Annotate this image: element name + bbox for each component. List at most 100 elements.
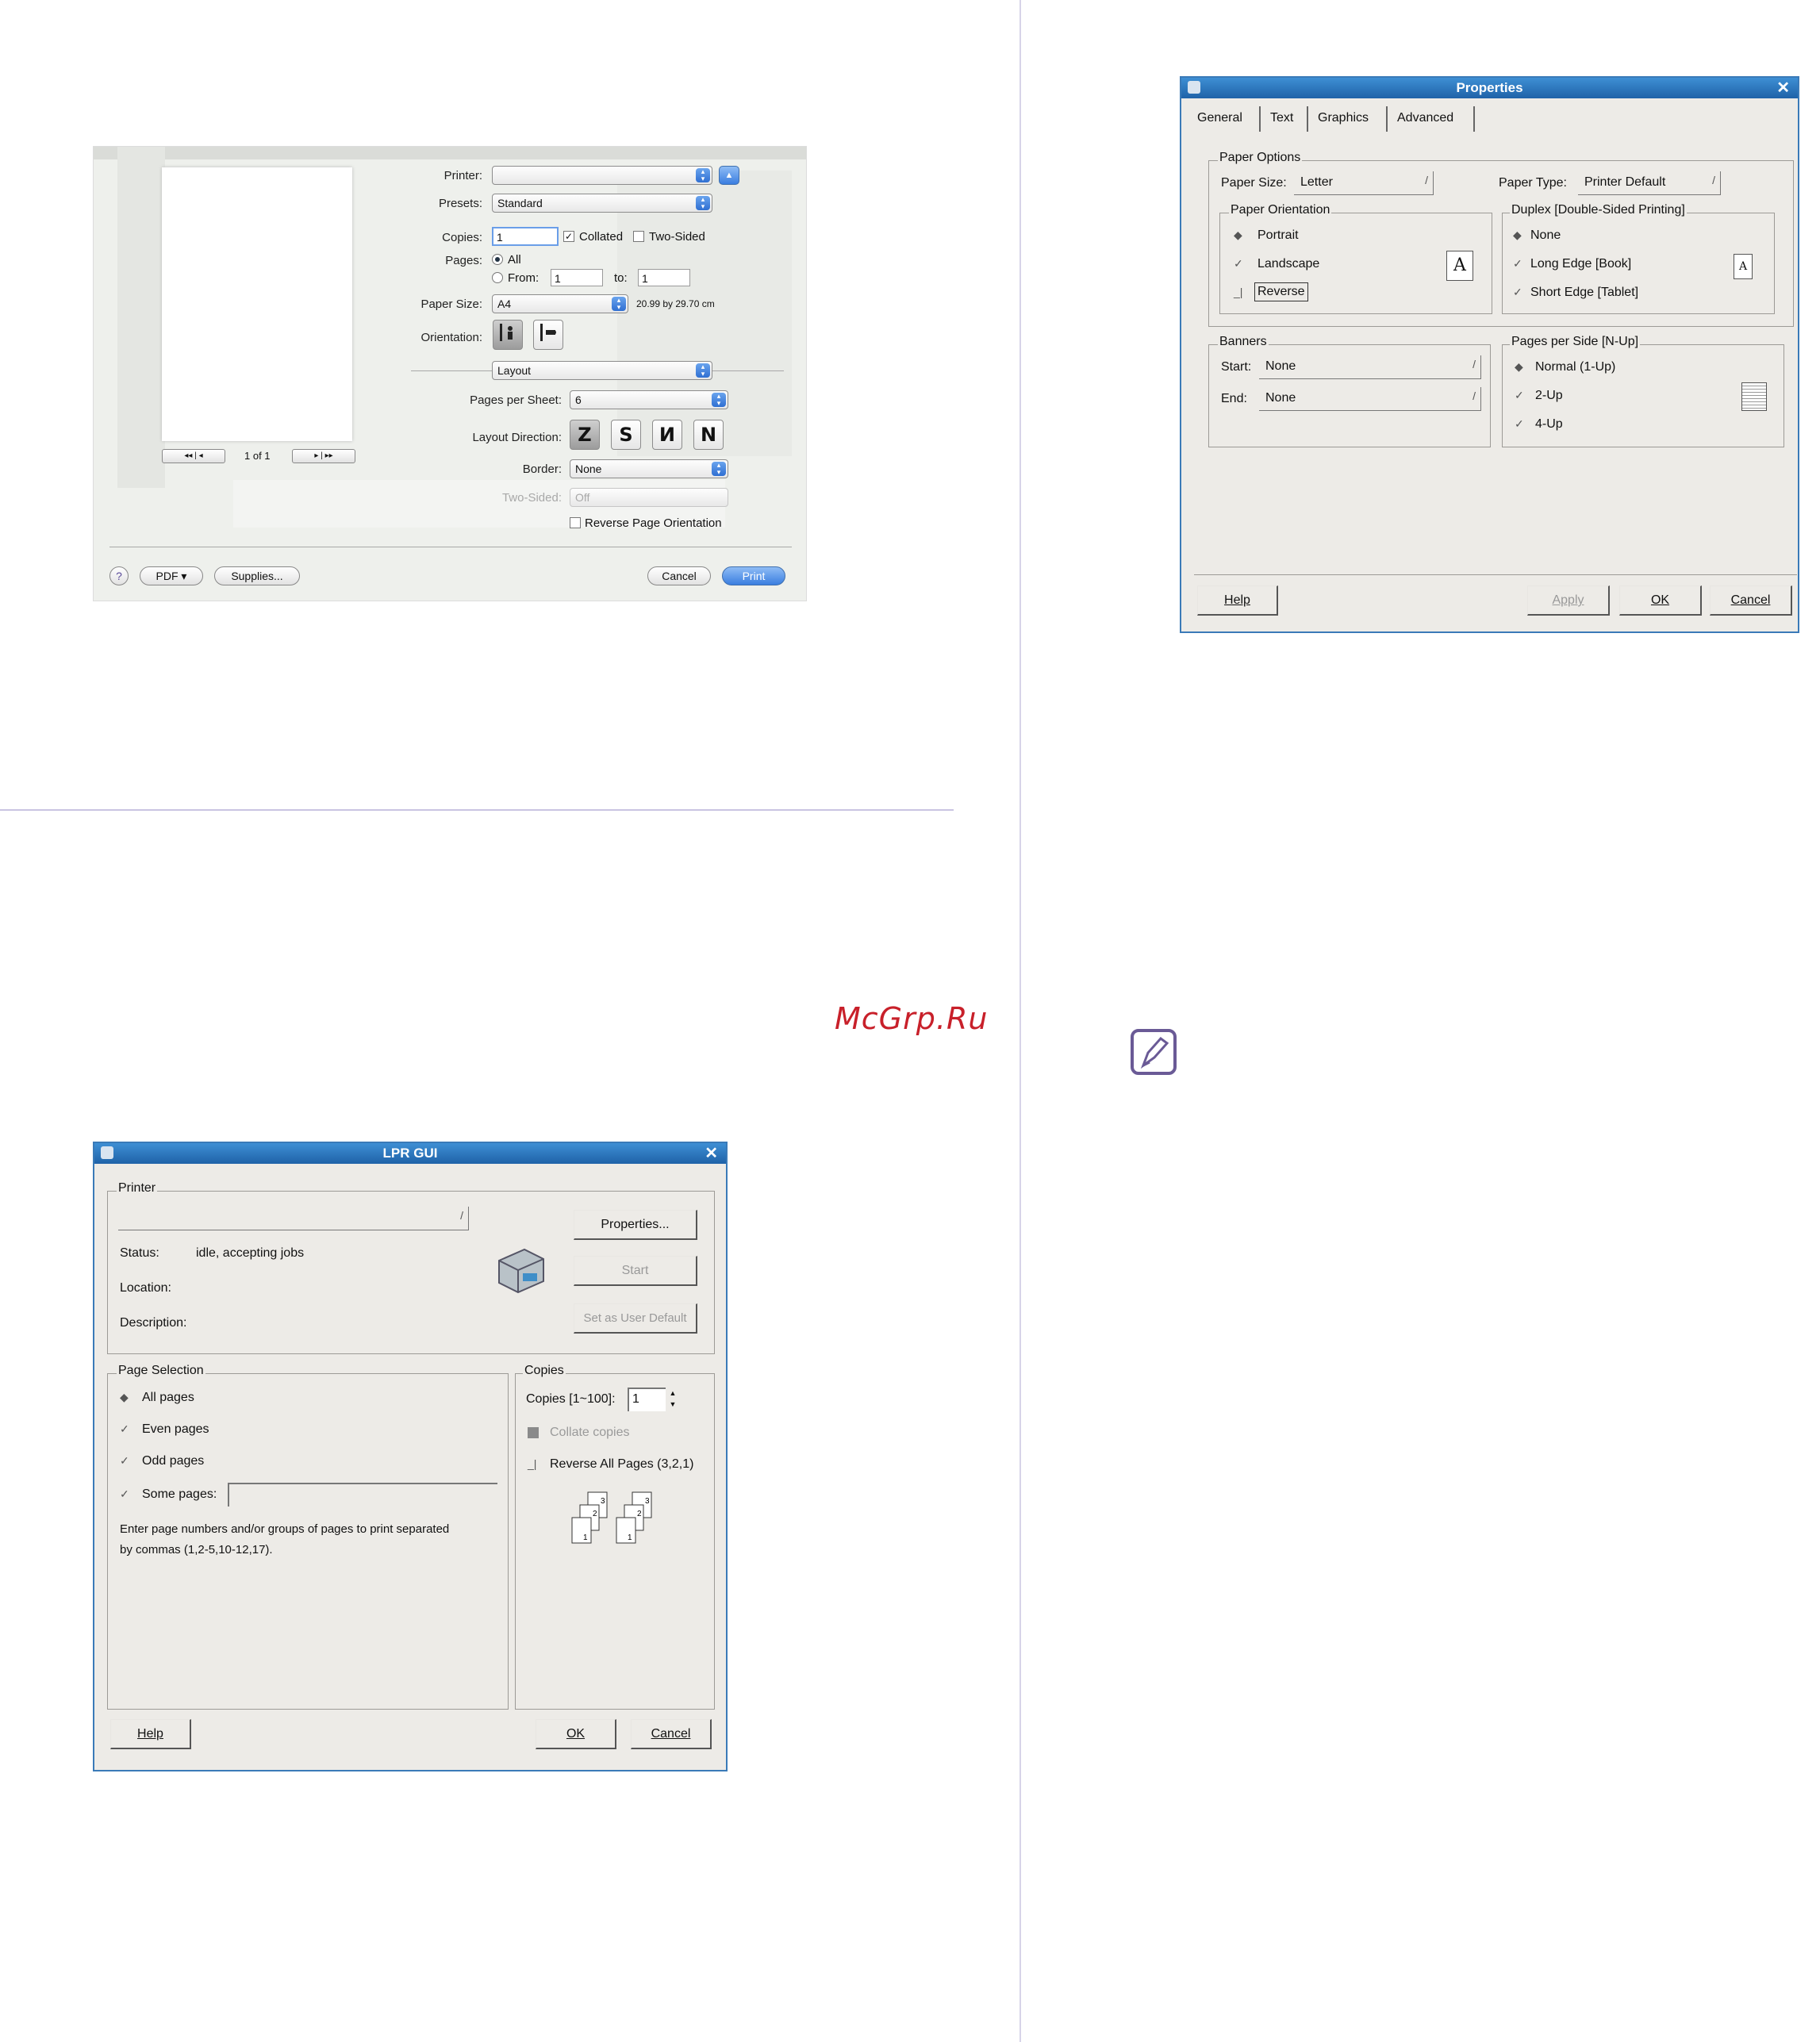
preview-next-buttons[interactable]: ▸ | ▸▸	[292, 449, 355, 463]
pages-per-sheet-label: Pages per Sheet:	[470, 393, 562, 407]
border-value: None	[575, 463, 602, 475]
paper-type-label: Paper Type:	[1499, 176, 1567, 190]
select-arrows-icon: ▴ ▾	[712, 393, 726, 407]
section-divider	[0, 809, 954, 811]
two-sided-select[interactable]: Off	[570, 488, 728, 507]
printer-expand-button[interactable]: ▲	[719, 166, 739, 185]
svg-text:2: 2	[593, 1510, 597, 1518]
duplex-none-radio[interactable]: ◆	[1513, 228, 1522, 242]
two-sided-checkbox[interactable]	[633, 231, 644, 242]
supplies-button[interactable]: Supplies...	[214, 566, 300, 585]
copies-value: 1	[632, 1392, 639, 1406]
ok-button[interactable]: OK	[1619, 585, 1702, 616]
apply-button[interactable]: Apply	[1527, 585, 1610, 616]
cancel-button[interactable]: Cancel	[631, 1719, 712, 1749]
landscape-orientation-icon[interactable]	[533, 320, 563, 350]
apply-label: Apply	[1552, 593, 1584, 607]
printer-select[interactable]: ▴ ▾	[492, 166, 712, 185]
set-default-button[interactable]: Set as User Default	[574, 1303, 697, 1334]
some-pages-input[interactable]	[228, 1483, 497, 1507]
orientation-title: Paper Orientation	[1229, 203, 1332, 217]
spin-arrows-icon[interactable]: ▲ ▼	[667, 1388, 678, 1411]
app-icon	[101, 1146, 113, 1159]
landscape-radio[interactable]: ✓	[1234, 257, 1243, 271]
cancel-button[interactable]: Cancel	[647, 566, 711, 585]
paper-options-title: Paper Options	[1218, 151, 1303, 165]
all-pages-radio[interactable]: ◆	[120, 1391, 129, 1404]
properties-title: Properties	[1456, 80, 1523, 95]
tab-text[interactable]: Text	[1262, 106, 1308, 132]
collated-label: Collated	[579, 230, 624, 244]
layout-z-icon[interactable]: Z	[570, 420, 600, 450]
description-label: Description:	[120, 1316, 187, 1330]
preview-prev-buttons[interactable]: ◂◂ | ◂	[162, 449, 225, 463]
reverse-label: Reverse	[1254, 282, 1308, 301]
layout-reverse-n-icon[interactable]: N	[652, 420, 682, 450]
end-combo[interactable]: None	[1259, 387, 1481, 411]
reverse-checkbox[interactable]: _|	[1234, 286, 1242, 298]
duplex-long-radio[interactable]: ✓	[1513, 257, 1522, 271]
reverse-pages-label: Reverse All Pages (3,2,1)	[550, 1457, 694, 1471]
paper-size-combo[interactable]: Letter	[1294, 171, 1434, 195]
properties-button[interactable]: Properties...	[574, 1210, 697, 1240]
svg-text:3: 3	[601, 1497, 605, 1506]
even-pages-radio[interactable]: ✓	[120, 1422, 129, 1436]
nup-4-radio[interactable]: ✓	[1515, 417, 1524, 431]
paper-size-value: Letter	[1300, 175, 1333, 189]
to-input[interactable]: 1	[638, 269, 690, 286]
help-button[interactable]: Help	[1197, 585, 1278, 616]
start-value: None	[1265, 359, 1296, 373]
collate-pages-icon: 3 2 1 3 2 1	[570, 1491, 666, 1554]
close-icon[interactable]: ✕	[1776, 78, 1790, 98]
start-button[interactable]: Start	[574, 1256, 697, 1286]
odd-pages-radio[interactable]: ✓	[120, 1454, 129, 1468]
help-label: Help	[1224, 593, 1250, 607]
some-pages-radio[interactable]: ✓	[120, 1487, 129, 1501]
layout-s-icon[interactable]: S	[611, 420, 641, 450]
orientation-label: Orientation:	[420, 331, 482, 344]
help-button[interactable]: Help	[110, 1719, 191, 1749]
pages-all-radio[interactable]	[492, 254, 503, 265]
reverse-orientation-label: Reverse Page Orientation	[585, 516, 722, 530]
duplex-short-radio[interactable]: ✓	[1513, 286, 1522, 299]
copies-spinbox[interactable]: 1	[628, 1388, 666, 1411]
reverse-pages-checkbox[interactable]: _|	[528, 1457, 536, 1470]
paper-type-combo[interactable]: Printer Default	[1578, 171, 1721, 195]
ok-button[interactable]: OK	[536, 1719, 616, 1749]
border-select[interactable]: None ▴ ▾	[570, 459, 728, 478]
properties-separator	[1194, 574, 1797, 575]
tab-advanced[interactable]: Advanced	[1389, 106, 1475, 132]
watermark: McGrp.Ru	[835, 1001, 989, 1036]
pdf-button[interactable]: PDF ▾	[140, 566, 203, 585]
end-value: None	[1265, 391, 1296, 405]
collated-checkbox[interactable]: ✓	[563, 231, 574, 242]
start-combo[interactable]: None	[1259, 355, 1481, 379]
print-button[interactable]: Print	[722, 566, 785, 585]
from-input[interactable]: 1	[551, 269, 603, 286]
nup-1-radio[interactable]: ◆	[1515, 360, 1523, 374]
svg-text:3: 3	[645, 1497, 650, 1506]
printer-combo[interactable]	[118, 1207, 469, 1230]
portrait-orientation-icon[interactable]	[493, 320, 523, 350]
copies-input[interactable]: 1	[492, 227, 559, 246]
section-select[interactable]: Layout ▴ ▾	[492, 361, 712, 380]
tab-graphics[interactable]: Graphics	[1310, 106, 1388, 132]
two-sided-value: Off	[575, 491, 590, 504]
portrait-radio[interactable]: ◆	[1234, 228, 1242, 242]
printer-title: Printer	[117, 1181, 158, 1196]
collate-checkbox[interactable]	[528, 1427, 539, 1438]
cancel-button[interactable]: Cancel	[1710, 585, 1792, 616]
paper-size-select[interactable]: A4 ▴ ▾	[492, 294, 628, 313]
svg-text:1: 1	[583, 1533, 588, 1542]
help-button[interactable]: ?	[109, 566, 129, 585]
reverse-orientation-checkbox[interactable]	[570, 517, 581, 528]
tab-general[interactable]: General	[1189, 106, 1261, 132]
status-value: idle, accepting jobs	[196, 1246, 305, 1260]
nup-2-radio[interactable]: ✓	[1515, 389, 1524, 402]
presets-select[interactable]: Standard ▴ ▾	[492, 194, 712, 213]
column-divider	[1019, 0, 1021, 2042]
layout-n-icon[interactable]: N	[693, 420, 724, 450]
pages-from-radio[interactable]	[492, 272, 503, 283]
close-icon[interactable]: ✕	[705, 1143, 718, 1164]
pages-per-sheet-select[interactable]: 6 ▴ ▾	[570, 390, 728, 409]
